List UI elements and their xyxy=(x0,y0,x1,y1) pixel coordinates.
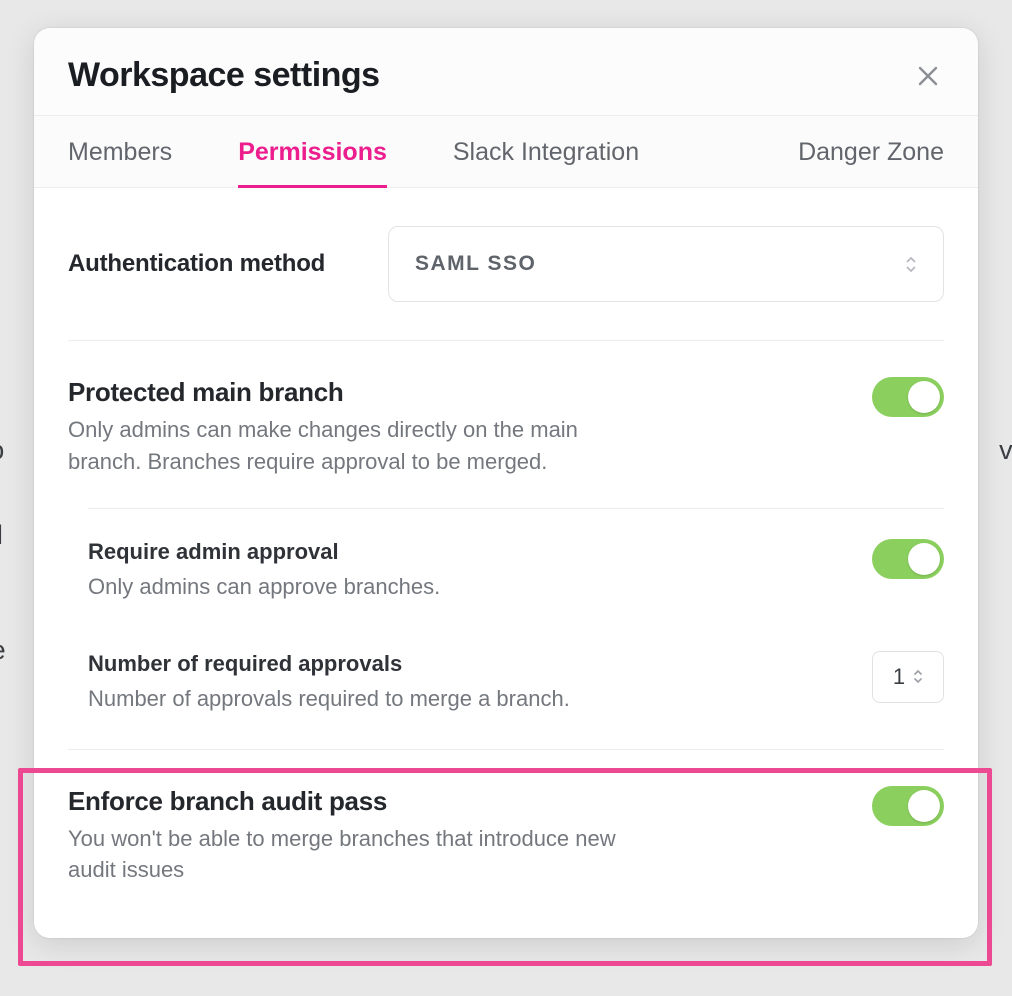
protected-main-branch-desc: Only admins can make changes directly on… xyxy=(68,414,628,478)
enforce-branch-audit-toggle[interactable] xyxy=(872,786,944,826)
close-button[interactable] xyxy=(912,60,944,92)
tab-members[interactable]: Members xyxy=(68,116,172,187)
required-approvals-stepper[interactable]: 1 xyxy=(872,651,944,703)
tab-bar: Members Permissions Slack Integration Da… xyxy=(34,115,978,188)
required-approvals-value: 1 xyxy=(893,664,905,690)
chevron-up-down-icon xyxy=(905,257,917,272)
enforce-branch-audit-label: Enforce branch audit pass xyxy=(68,786,628,817)
background-text: vhe xyxy=(999,435,1012,466)
require-admin-approval-desc: Only admins can approve branches. xyxy=(88,571,440,603)
authentication-method-label: Authentication method xyxy=(68,250,325,278)
chevron-up-down-icon xyxy=(913,670,923,683)
enforce-branch-audit-desc: You won't be able to merge branches that… xyxy=(68,823,628,887)
background-text: gle xyxy=(0,635,5,666)
modal-title: Workspace settings xyxy=(68,56,380,95)
authentication-method-select[interactable]: SAML SSO xyxy=(388,226,944,302)
close-icon xyxy=(917,65,939,87)
background-text: e al xyxy=(0,520,3,551)
tab-permissions[interactable]: Permissions xyxy=(238,116,387,187)
require-admin-approval-label: Require admin approval xyxy=(88,539,440,565)
tab-danger-zone[interactable]: Danger Zone xyxy=(798,116,944,187)
required-approvals-desc: Number of approvals required to merge a … xyxy=(88,683,570,715)
tab-slack-integration[interactable]: Slack Integration xyxy=(453,116,639,187)
authentication-method-value: SAML SSO xyxy=(415,252,536,276)
background-text: to xyxy=(0,435,4,466)
protected-main-branch-toggle[interactable] xyxy=(872,377,944,417)
protected-main-branch-label: Protected main branch xyxy=(68,377,628,408)
require-admin-approval-toggle[interactable] xyxy=(872,539,944,579)
required-approvals-label: Number of required approvals xyxy=(88,651,570,677)
workspace-settings-modal: Workspace settings Members Permissions S… xyxy=(34,28,978,938)
